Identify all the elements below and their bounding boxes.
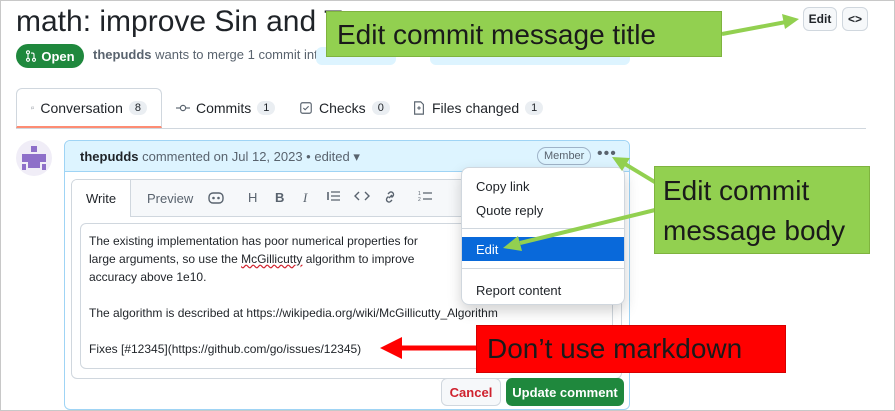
- checklist-icon: [300, 102, 312, 114]
- tab-count: 8: [128, 100, 147, 115]
- tab-files-changed[interactable]: Files changed 1: [412, 88, 544, 128]
- annotation-title-callout: Edit commit message title: [326, 11, 722, 57]
- chevron-down-icon[interactable]: ▾: [353, 149, 360, 164]
- pull-request-icon: [26, 50, 37, 62]
- merge-text: wants to merge 1 commit into: [155, 47, 325, 62]
- menu-divider: [462, 228, 624, 229]
- tab-count: 1: [525, 101, 544, 115]
- callout-line: message body: [663, 215, 846, 246]
- edit-title-button[interactable]: Edit: [803, 7, 837, 31]
- comment-author[interactable]: thepudds: [80, 149, 139, 164]
- annotation-body-callout: Edit commit message body: [654, 166, 870, 254]
- tab-write[interactable]: Write: [72, 180, 132, 217]
- bold-icon[interactable]: B: [275, 190, 284, 205]
- tab-checks[interactable]: Checks 0: [299, 88, 390, 128]
- svg-text:2: 2: [418, 197, 421, 202]
- identicon-icon: [22, 146, 46, 170]
- pr-state-badge: Open: [16, 44, 84, 68]
- ordered-list-icon[interactable]: 12: [418, 190, 432, 205]
- merge-summary: thepudds wants to merge 1 commit into: [93, 47, 325, 62]
- callout-line: Edit commit: [663, 175, 810, 206]
- menu-item-copy-link[interactable]: Copy link: [462, 174, 624, 198]
- pr-title: math: improve Sin and Ta: [16, 5, 356, 38]
- menu-item-quote-reply[interactable]: Quote reply: [462, 198, 624, 222]
- comment-meta-text[interactable]: commented on Jul 12, 2023 • edited: [142, 149, 350, 164]
- tab-label: Commits: [196, 100, 252, 116]
- update-comment-button[interactable]: Update comment: [506, 378, 624, 406]
- tab-conversation[interactable]: Conversation 8: [16, 88, 162, 128]
- code-button[interactable]: <>: [842, 7, 868, 31]
- link-icon[interactable]: [383, 190, 397, 207]
- pr-author-link[interactable]: thepudds: [93, 47, 152, 62]
- tab-label: Checks: [319, 100, 366, 116]
- tab-label: Conversation: [40, 99, 123, 116]
- avatar[interactable]: [16, 140, 52, 176]
- pr-state-label: Open: [41, 48, 75, 64]
- tab-commits[interactable]: Commits 1: [176, 88, 276, 128]
- comment-actions-menu: Copy link Quote reply Edit Report conten…: [461, 167, 625, 305]
- annotation-markdown-callout: Don’t use markdown: [476, 325, 786, 373]
- menu-item-edit[interactable]: Edit: [462, 237, 624, 261]
- code-icon[interactable]: [354, 190, 370, 205]
- comment-icon: [31, 106, 35, 110]
- menu-divider: [462, 268, 624, 269]
- quote-icon[interactable]: [327, 190, 341, 205]
- heading-icon[interactable]: H: [248, 190, 257, 205]
- menu-item-report-content[interactable]: Report content: [462, 278, 624, 302]
- file-diff-icon: [414, 101, 424, 115]
- tab-preview[interactable]: Preview: [147, 180, 193, 216]
- tab-label: Files changed: [432, 100, 520, 116]
- pr-tabs: Conversation 8 Commits 1 Checks 0 Files …: [16, 88, 866, 129]
- kebab-menu-icon[interactable]: •••: [597, 145, 617, 163]
- italic-icon[interactable]: I: [303, 190, 307, 206]
- tab-count: 1: [257, 101, 276, 115]
- tab-count: 0: [371, 101, 390, 115]
- comment-meta: thepudds commented on Jul 12, 2023 • edi…: [80, 149, 360, 165]
- copilot-icon[interactable]: [208, 190, 224, 207]
- cancel-button[interactable]: Cancel: [441, 378, 501, 406]
- member-badge: Member: [537, 147, 592, 165]
- commit-icon: [176, 104, 190, 112]
- body-line: The algorithm is described at https://wi…: [89, 306, 498, 320]
